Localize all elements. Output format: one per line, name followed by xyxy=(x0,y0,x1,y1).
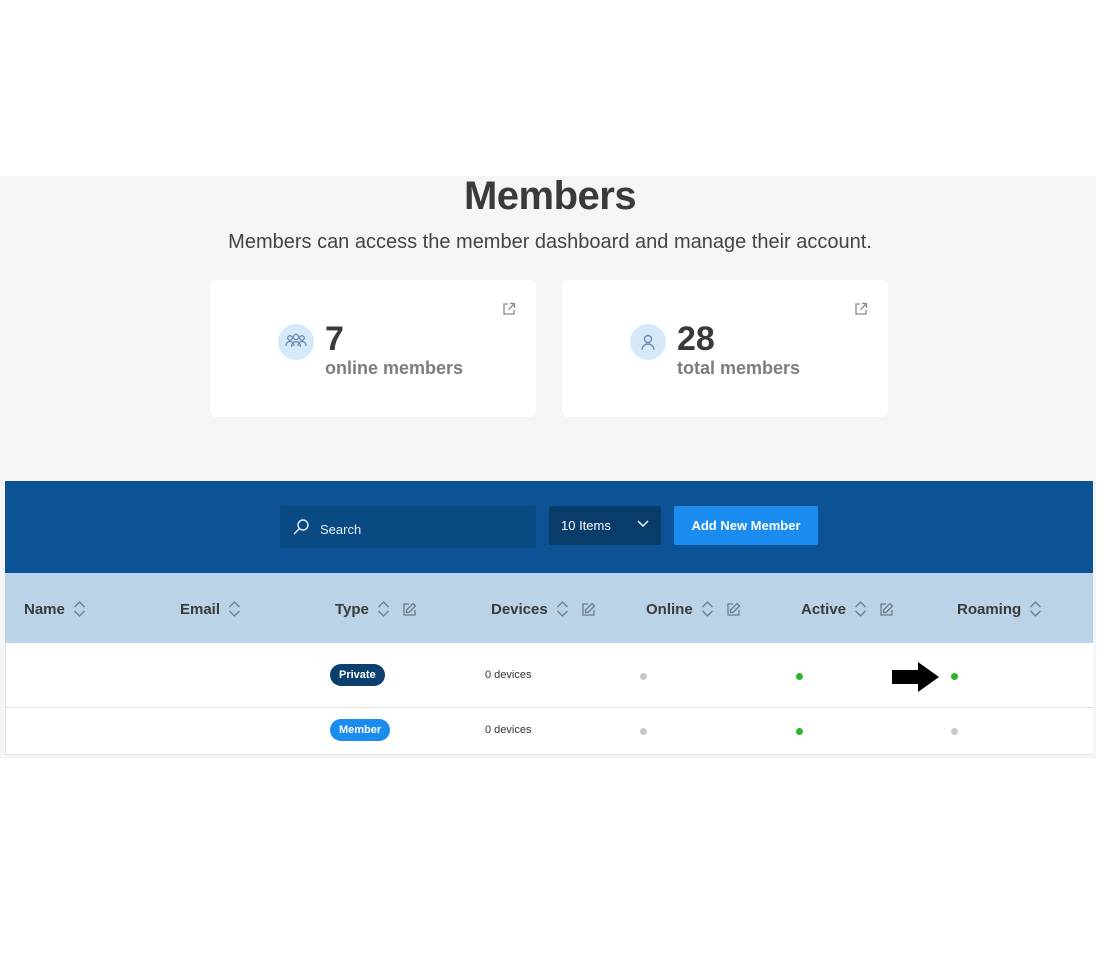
search-icon xyxy=(293,519,309,535)
page-title: Members xyxy=(463,174,637,218)
total-members-label: total members xyxy=(677,358,801,378)
online-members-count: 7 xyxy=(325,320,344,358)
column-header-type[interactable]: Type xyxy=(335,600,417,618)
right-arrow-icon xyxy=(892,662,939,692)
sort-icon[interactable] xyxy=(854,600,867,618)
online-members-label: online members xyxy=(325,358,464,378)
table-toolbar: 10 Items Add New Member xyxy=(5,481,1093,573)
items-per-page-select[interactable]: 10 Items xyxy=(549,506,661,545)
online-members-card[interactable]: 7 online members xyxy=(210,280,536,417)
items-per-page-value: 10 Items xyxy=(561,518,611,533)
column-label: Roaming xyxy=(957,600,1022,618)
group-icon xyxy=(278,324,314,360)
total-members-count: 28 xyxy=(677,320,715,358)
roaming-status-dot[interactable] xyxy=(951,673,958,680)
active-status-dot[interactable] xyxy=(796,673,803,680)
column-label: Name xyxy=(24,600,65,618)
external-link-icon[interactable] xyxy=(502,302,516,316)
external-link-icon[interactable] xyxy=(854,302,868,316)
column-header-devices[interactable]: Devices xyxy=(491,600,596,618)
column-header-online[interactable]: Online xyxy=(646,600,741,618)
column-header-active[interactable]: Active xyxy=(801,600,894,618)
online-status-dot xyxy=(640,673,647,680)
column-label: Devices xyxy=(491,600,548,618)
search-input[interactable] xyxy=(318,516,522,542)
search-box[interactable] xyxy=(280,506,536,548)
sort-icon[interactable] xyxy=(1029,600,1042,618)
devices-count: 0 devices xyxy=(485,669,532,681)
sort-icon[interactable] xyxy=(377,600,390,618)
type-badge-member: Member xyxy=(330,719,391,741)
add-new-member-button[interactable]: Add New Member xyxy=(674,506,818,545)
page-subtitle: Members can access the member dashboard … xyxy=(228,231,872,253)
edit-icon[interactable] xyxy=(879,602,894,617)
column-header-email[interactable]: Email xyxy=(180,600,241,618)
table-row[interactable]: Member 0 devices xyxy=(5,708,1093,755)
sort-icon[interactable] xyxy=(701,600,714,618)
edit-icon[interactable] xyxy=(581,602,596,617)
active-status-dot[interactable] xyxy=(796,728,803,735)
type-badge-private: Private xyxy=(330,664,385,686)
user-icon xyxy=(630,324,666,360)
column-label: Active xyxy=(801,600,847,618)
column-header-name[interactable]: Name xyxy=(24,600,86,618)
online-status-dot xyxy=(640,728,647,735)
column-header-roaming[interactable]: Roaming xyxy=(957,600,1042,618)
sort-icon[interactable] xyxy=(73,600,86,618)
sort-icon[interactable] xyxy=(228,600,241,618)
column-label: Online xyxy=(646,600,693,618)
column-label: Type xyxy=(335,600,369,618)
edit-icon[interactable] xyxy=(402,602,417,617)
roaming-status-dot[interactable] xyxy=(951,728,958,735)
devices-count: 0 devices xyxy=(485,724,532,736)
edit-icon[interactable] xyxy=(726,602,741,617)
sort-icon[interactable] xyxy=(556,600,569,618)
total-members-card[interactable]: 28 total members xyxy=(562,280,888,417)
column-label: Email xyxy=(180,600,221,618)
chevron-down-icon xyxy=(637,520,649,528)
table-header: Name Email Type Devices Online Active Ro… xyxy=(5,573,1093,643)
